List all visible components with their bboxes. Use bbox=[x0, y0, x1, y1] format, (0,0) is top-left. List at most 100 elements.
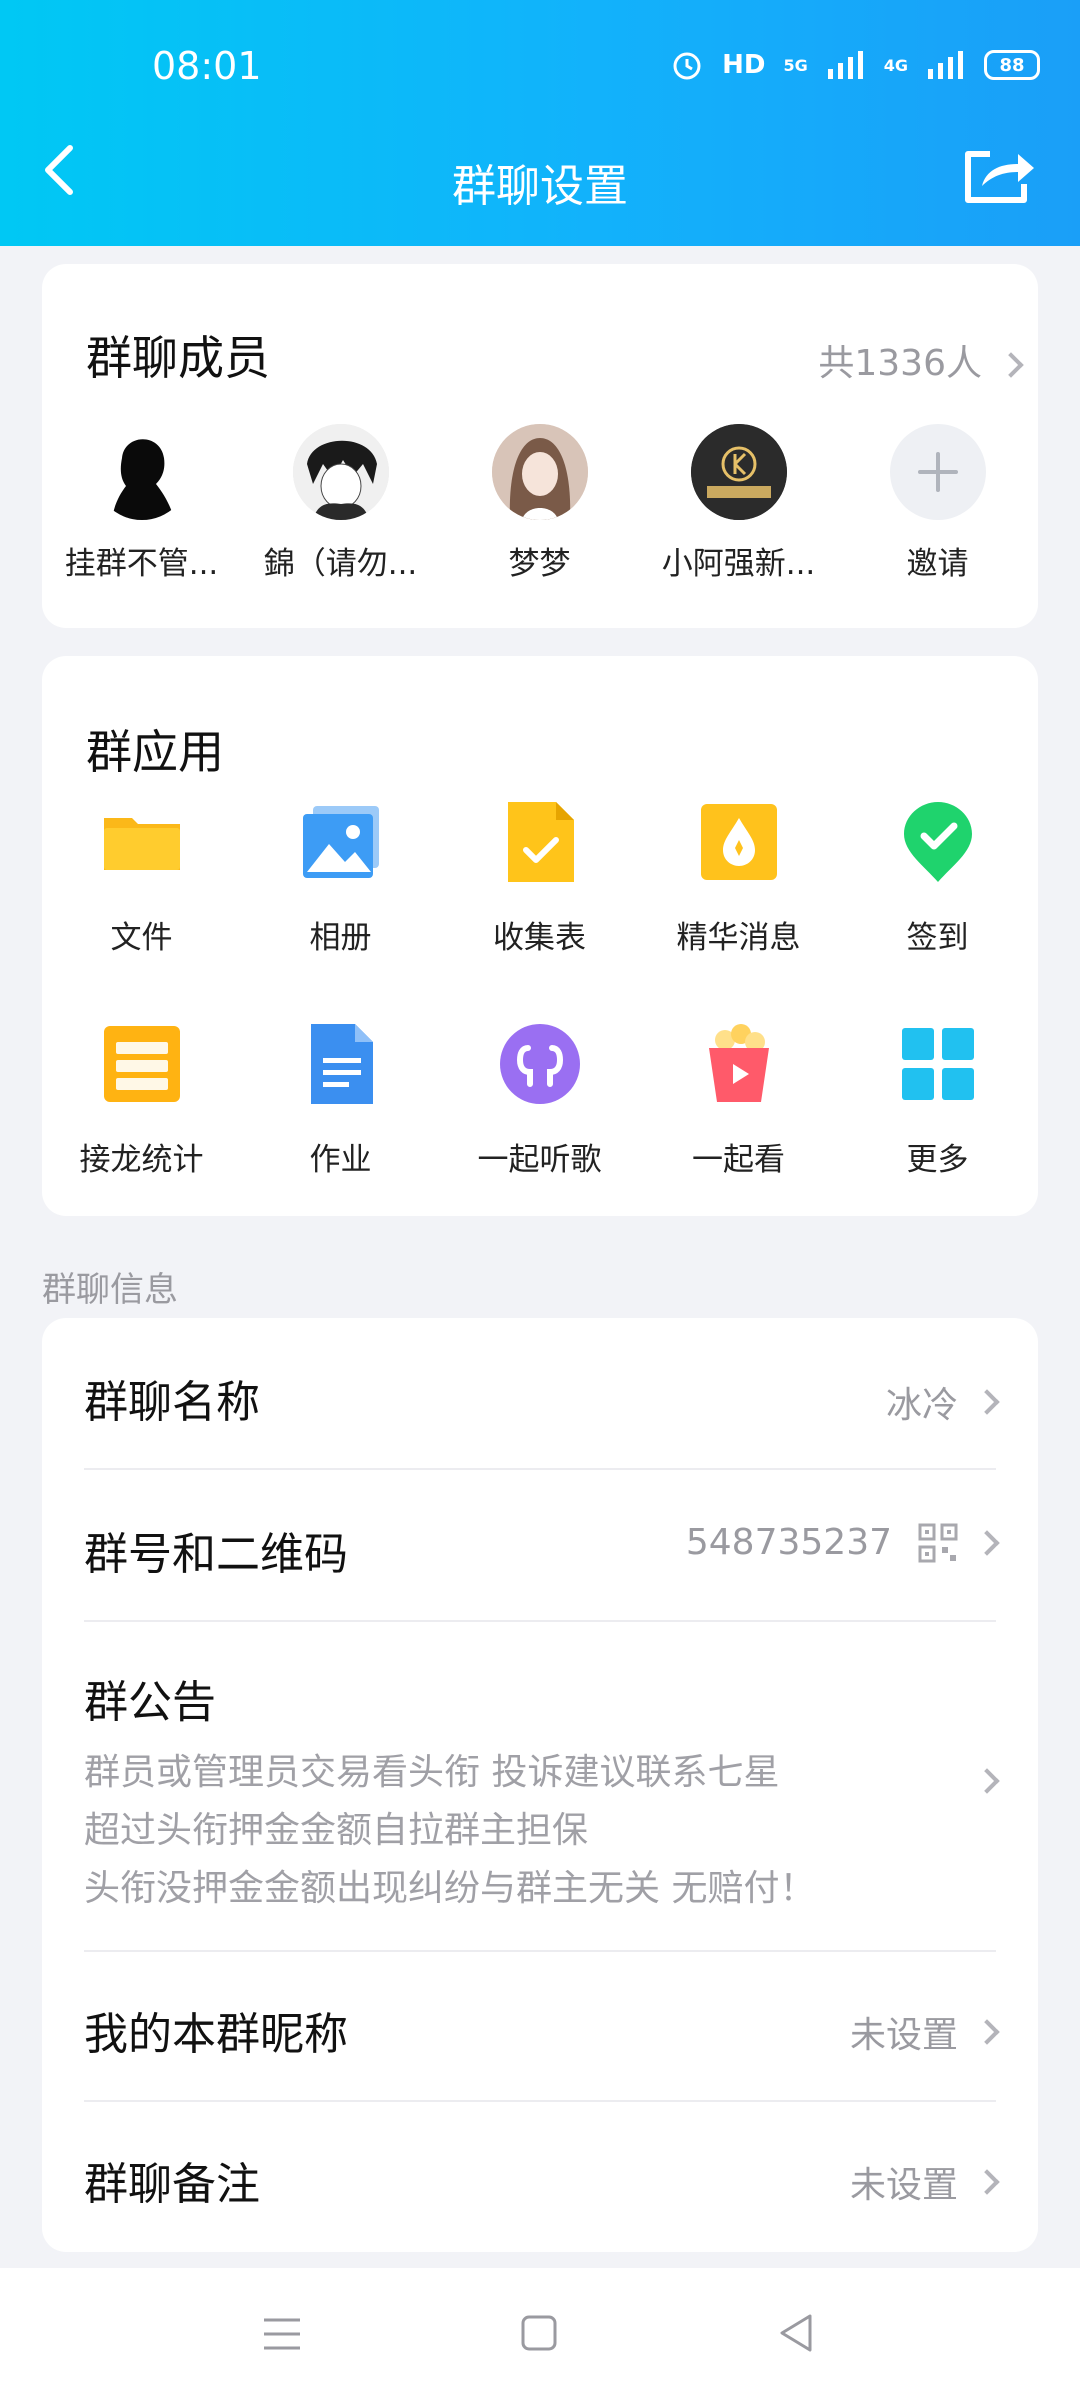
app-label: 精华消息 bbox=[676, 920, 801, 956]
app-essence[interactable]: 精华消息 bbox=[639, 800, 838, 1022]
members-title: 群聊成员 bbox=[86, 331, 270, 385]
more-icon bbox=[901, 1028, 974, 1100]
app-label: 接龙统计 bbox=[79, 1142, 204, 1178]
nickname-value-wrap: 未设置 bbox=[849, 2006, 1000, 2058]
group-id-label: 群号和二维码 bbox=[84, 1529, 348, 1580]
signal-5g-label: 5G bbox=[783, 55, 808, 75]
nickname-label: 我的本群昵称 bbox=[84, 2009, 348, 2060]
share-icon[interactable] bbox=[962, 146, 1036, 206]
home-icon[interactable] bbox=[520, 2314, 558, 2352]
group-name-label: 群聊名称 bbox=[84, 1377, 260, 1428]
status-time: 08:01 bbox=[152, 44, 262, 88]
add-member-icon bbox=[889, 424, 986, 520]
app-label: 一起听歌 bbox=[477, 1142, 602, 1178]
back-nav-icon[interactable] bbox=[776, 2312, 816, 2354]
nickname-value: 未设置 bbox=[849, 2015, 958, 2056]
group-name-value-wrap: 冰冷 bbox=[885, 1376, 1000, 1428]
page-title: 群聊设置 bbox=[452, 161, 628, 212]
member-item[interactable]: 梦梦 bbox=[440, 424, 639, 583]
chevron-right-icon bbox=[974, 1529, 1000, 1556]
member-item[interactable]: 錦（请勿... bbox=[241, 424, 440, 583]
member-item[interactable]: 挂群不管... bbox=[42, 424, 241, 583]
nickname-row[interactable]: 我的本群昵称 未设置 bbox=[84, 1952, 1000, 2100]
album-icon bbox=[302, 806, 379, 878]
app-label: 相册 bbox=[309, 920, 372, 956]
app-files[interactable]: 文件 bbox=[42, 800, 241, 1022]
member-count-text: 共1336人 bbox=[818, 343, 982, 384]
member-count[interactable]: 共1336人 bbox=[818, 334, 1024, 386]
group-id-row[interactable]: 群号和二维码 548735237 bbox=[84, 1470, 1000, 1620]
chain-icon bbox=[103, 1026, 180, 1102]
system-nav-bar bbox=[0, 2268, 1080, 2400]
status-icons: HD 5G 4G 88 bbox=[670, 48, 1040, 82]
music-icon bbox=[499, 1024, 580, 1104]
app-form[interactable]: 收集表 bbox=[440, 800, 639, 1022]
app-label: 文件 bbox=[110, 920, 173, 956]
battery-icon: 88 bbox=[984, 50, 1040, 80]
avatar bbox=[292, 424, 389, 520]
apps-grid: 文件 相册 收集表 精华消息 签到 接龙统计 作业 一起听歌 一起看 更多 bbox=[42, 800, 1038, 1244]
app-label: 一起看 bbox=[692, 1142, 785, 1178]
watch-icon bbox=[708, 1024, 769, 1102]
announcement-line: 头衔没押金金额出现纠纷与群主无关 无赔付！ bbox=[84, 1868, 816, 1909]
member-name: 梦梦 bbox=[508, 546, 571, 582]
chevron-right-icon bbox=[974, 1389, 1000, 1415]
group-name-value: 冰冷 bbox=[885, 1385, 958, 1426]
member-item[interactable]: 小阿强新... bbox=[639, 424, 838, 583]
member-name: 小阿强新... bbox=[661, 546, 816, 582]
app-label: 更多 bbox=[906, 1142, 969, 1178]
photo-avatar-icon bbox=[491, 424, 588, 520]
invite-button[interactable]: 邀请 bbox=[838, 424, 1037, 583]
signal-5g-icon bbox=[827, 51, 863, 79]
chevron-right-icon bbox=[974, 2169, 1000, 2195]
avatar bbox=[491, 424, 588, 520]
app-label: 收集表 bbox=[493, 920, 586, 956]
app-chain[interactable]: 接龙统计 bbox=[42, 1022, 241, 1244]
header-bar: 08:01 HD 5G 4G 88 群聊设置 bbox=[0, 0, 1080, 246]
app-label: 作业 bbox=[309, 1142, 372, 1178]
app-homework[interactable]: 作业 bbox=[241, 1022, 440, 1244]
alarm-icon bbox=[673, 52, 701, 80]
member-name: 錦（请勿... bbox=[263, 546, 418, 582]
qr-code-icon bbox=[918, 1523, 958, 1562]
chevron-right-icon bbox=[974, 2019, 1000, 2045]
app-label: 签到 bbox=[906, 920, 969, 956]
group-id-value-wrap: 548735237 bbox=[685, 1522, 1000, 1563]
section-label-info: 群聊信息 bbox=[42, 1270, 178, 1310]
members-row: 挂群不管... 錦（请勿... 梦梦 小阿强新... 邀请 bbox=[42, 424, 1038, 583]
menu-icon[interactable] bbox=[262, 2316, 302, 2352]
remark-value: 未设置 bbox=[849, 2165, 958, 2206]
app-checkin[interactable]: 签到 bbox=[838, 800, 1037, 1022]
chevron-right-icon bbox=[998, 352, 1024, 378]
hd-indicator: HD bbox=[722, 50, 766, 80]
remark-label: 群聊备注 bbox=[84, 2159, 260, 2210]
signal-4g-label: 4G bbox=[883, 55, 908, 75]
form-icon bbox=[507, 802, 574, 882]
avatar bbox=[93, 424, 190, 520]
checkin-icon bbox=[903, 802, 972, 882]
signal-4g-icon bbox=[928, 51, 963, 79]
announcement-label: 群公告 bbox=[84, 1677, 216, 1728]
essence-icon bbox=[700, 804, 777, 880]
remark-value-wrap: 未设置 bbox=[849, 2156, 1000, 2208]
announcement-arrow bbox=[958, 1768, 1000, 1794]
anime-avatar-icon bbox=[292, 424, 389, 520]
app-album[interactable]: 相册 bbox=[241, 800, 440, 1022]
group-id-value: 548735237 bbox=[685, 1522, 892, 1563]
remark-row[interactable]: 群聊备注 未设置 bbox=[84, 2102, 1000, 2252]
announcement-line: 超过头衔押金金额自拉群主担保 bbox=[84, 1810, 589, 1851]
silhouette-icon bbox=[93, 424, 190, 520]
homework-icon bbox=[310, 1024, 373, 1104]
folder-icon bbox=[103, 818, 180, 870]
app-more[interactable]: 更多 bbox=[838, 1022, 1037, 1244]
announcement-row[interactable]: 群公告 群员或管理员交易看头衔 投诉建议联系七星 超过头衔押金金额自拉群主担保 … bbox=[84, 1622, 1000, 1950]
member-name: 挂群不管... bbox=[64, 546, 219, 582]
logo-avatar-icon bbox=[690, 424, 787, 520]
app-music[interactable]: 一起听歌 bbox=[440, 1022, 639, 1244]
group-name-row[interactable]: 群聊名称 冰冷 bbox=[84, 1318, 1000, 1468]
announcement-text: 群员或管理员交易看头衔 投诉建议联系七星 超过头衔押金金额自拉群主担保 头衔没押… bbox=[84, 1744, 815, 1918]
chevron-right-icon bbox=[974, 1768, 1000, 1794]
app-watch[interactable]: 一起看 bbox=[639, 1022, 838, 1244]
announcement-line: 群员或管理员交易看头衔 投诉建议联系七星 bbox=[84, 1752, 780, 1793]
avatar bbox=[690, 424, 787, 520]
